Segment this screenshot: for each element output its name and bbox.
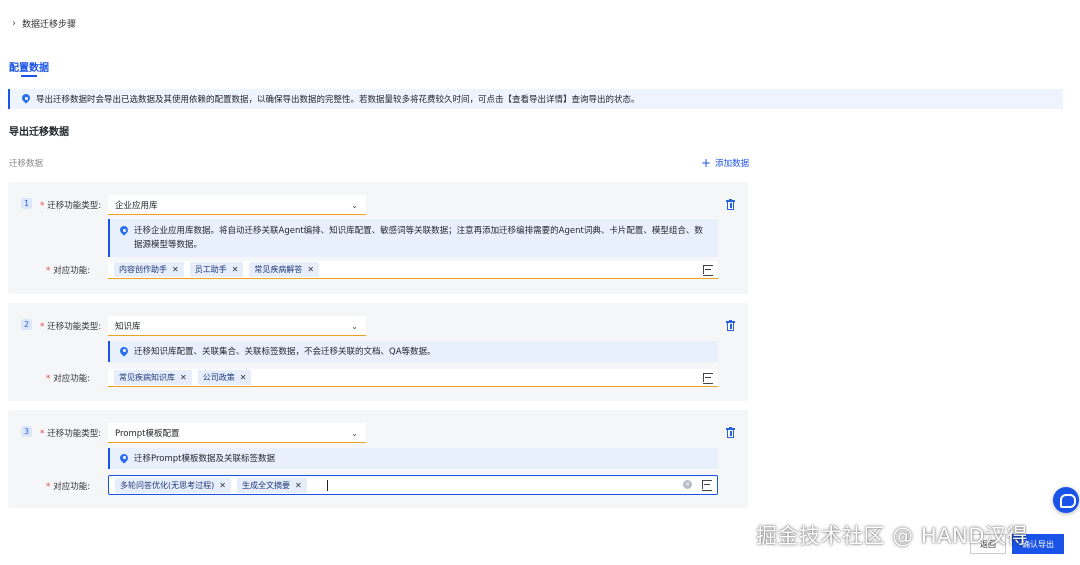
- close-icon[interactable]: ✕: [180, 373, 187, 382]
- type-select[interactable]: 企业应用库 ⌄: [108, 195, 366, 215]
- func-tag: 内容创作助手 ✕: [114, 262, 184, 277]
- clear-icon[interactable]: ✕: [683, 480, 692, 489]
- type-label: * 迁移功能类型:: [40, 429, 102, 439]
- chevron-down-icon: ⌄: [351, 429, 358, 438]
- type-hint-text: 迁移知识库配置、关联集合、关联标签数据，不会迁移关联的文档、QA等数据。: [134, 346, 436, 357]
- chevron-down-icon: ⌄: [351, 201, 358, 210]
- func-multi-select[interactable]: 多轮问答优化(无思考过程) ✕ 生成全文摘要 ✕ ✕: [108, 475, 718, 495]
- func-label: * 对应功能:: [46, 374, 91, 384]
- plus-icon: +: [701, 156, 712, 170]
- func-tag: 多轮问答优化(无思考过程) ✕: [115, 477, 231, 493]
- add-data-label: 添加数据: [715, 159, 750, 169]
- list-icon[interactable]: [703, 265, 713, 276]
- func-label: * 对应功能:: [46, 266, 91, 276]
- close-icon[interactable]: ✕: [307, 265, 314, 274]
- list-icon[interactable]: [703, 373, 713, 384]
- close-icon[interactable]: ✕: [219, 481, 226, 490]
- chevron-down-icon: ⌄: [351, 322, 358, 331]
- type-select-value: 企业应用库: [115, 200, 158, 211]
- migration-card-1: 1 * 迁移功能类型: 企业应用库 ⌄ 迁移企业应用库数据。将自动迁移关联Agen…: [8, 182, 748, 294]
- close-icon[interactable]: ✕: [172, 265, 179, 274]
- type-hint-text: 迁移Prompt模板数据及关联标签数据: [134, 453, 275, 464]
- func-tag: 生成全文摘要 ✕: [236, 477, 307, 493]
- breadcrumb[interactable]: › 数据迁移步骤: [12, 17, 76, 30]
- close-icon[interactable]: ✕: [232, 265, 239, 274]
- type-select[interactable]: 知识库 ⌄: [108, 316, 366, 336]
- func-label: * 对应功能:: [46, 482, 91, 492]
- migration-card-3: 3 * 迁移功能类型: Prompt模板配置 ⌄ 迁移Prompt模板数据及关联标…: [8, 410, 748, 508]
- type-select[interactable]: Prompt模板配置 ⌄: [108, 423, 366, 443]
- trash-icon[interactable]: [726, 198, 735, 210]
- type-hint: 迁移Prompt模板数据及关联标签数据: [108, 448, 718, 469]
- card-index: 3: [21, 426, 32, 437]
- location-pin-icon: [120, 347, 128, 357]
- section-title: 导出迁移数据: [9, 127, 69, 138]
- func-tag: 公司政策 ✕: [197, 370, 252, 385]
- migration-data-label: 迁移数据: [9, 159, 44, 169]
- func-tag: 常见疾病知识库 ✕: [114, 370, 192, 385]
- watermark: 掘金技术社区 @ HAND汉得: [756, 524, 1028, 548]
- location-pin-icon: [22, 94, 30, 104]
- type-hint-text: 迁移企业应用库数据。将自动迁移关联Agent编排、知识库配置、敏感词等关联数据；…: [134, 226, 703, 250]
- close-icon[interactable]: ✕: [240, 373, 247, 382]
- info-notice: 导出迁移数据时会导出已选数据及其使用依赖的配置数据，以确保导出数据的完整性。若数…: [8, 89, 1063, 109]
- tab-config-data[interactable]: 配置数据: [9, 59, 49, 74]
- type-hint: 迁移知识库配置、关联集合、关联标签数据，不会迁移关联的文档、QA等数据。: [108, 341, 718, 362]
- type-select-value: 知识库: [115, 321, 141, 332]
- list-icon[interactable]: [702, 480, 712, 491]
- type-label: * 迁移功能类型:: [40, 322, 102, 332]
- type-hint: 迁移企业应用库数据。将自动迁移关联Agent编排、知识库配置、敏感词等关联数据；…: [108, 219, 718, 257]
- text-cursor: [326, 479, 328, 491]
- func-tag: 常见疾病解答 ✕: [249, 262, 320, 277]
- trash-icon[interactable]: [726, 426, 735, 438]
- type-label: * 迁移功能类型:: [40, 201, 102, 211]
- func-multi-select[interactable]: 常见疾病知识库 ✕ 公司政策 ✕: [108, 369, 718, 387]
- location-pin-icon: [120, 454, 128, 464]
- trash-icon[interactable]: [726, 319, 735, 331]
- breadcrumb-label: 数据迁移步骤: [22, 20, 77, 30]
- notice-text: 导出迁移数据时会导出已选数据及其使用依赖的配置数据，以确保导出数据的完整性。若数…: [36, 95, 640, 105]
- tab-active-indicator: [21, 75, 37, 77]
- card-index: 1: [21, 198, 32, 209]
- location-pin-icon: [120, 226, 128, 236]
- migration-card-2: 2 * 迁移功能类型: 知识库 ⌄ 迁移知识库配置、关联集合、关联标签数据，不会迁…: [8, 303, 748, 401]
- card-index: 2: [21, 319, 32, 330]
- chevron-right-icon: ›: [12, 18, 16, 29]
- type-select-value: Prompt模板配置: [115, 428, 180, 439]
- chat-icon[interactable]: [1053, 487, 1079, 513]
- close-icon[interactable]: ✕: [295, 481, 302, 490]
- add-data-button[interactable]: + 添加数据: [701, 157, 749, 169]
- func-multi-select[interactable]: 内容创作助手 ✕ 员工助手 ✕ 常见疾病解答 ✕: [108, 261, 718, 279]
- func-tag: 员工助手 ✕: [189, 262, 244, 277]
